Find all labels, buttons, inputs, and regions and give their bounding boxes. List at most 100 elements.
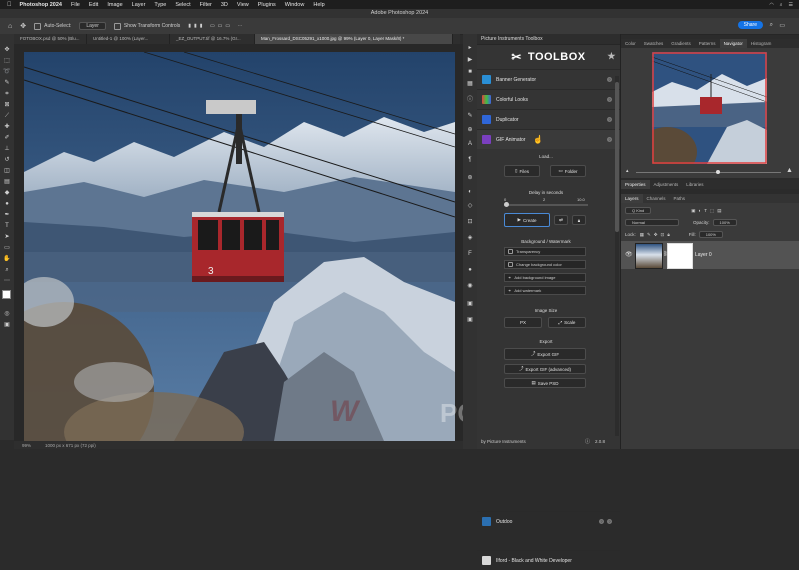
marquee-tool-icon[interactable]: ⬚ [3,57,11,65]
share-button[interactable]: Share [737,21,763,29]
transparency-option[interactable]: Transparency [504,247,586,256]
stop-icon[interactable]: ■ [466,68,474,76]
wifi-icon[interactable]: ◠ [769,2,773,8]
align-icons[interactable]: ▮▮▮ ▭▭▭ ⋯ [188,23,245,29]
visibility-eye-icon[interactable]: 👁︎ [625,251,633,258]
hand-tool-icon[interactable]: ✋ [3,255,11,263]
layer-select-dropdown[interactable]: Layer [79,22,106,30]
search-icon[interactable]: ⌕ [770,22,773,29]
workspace-icon[interactable]: ▭ [779,22,785,29]
crop-tool-icon[interactable]: ⌗ [3,90,11,98]
layer-row[interactable]: 👁︎ ⛓︎ Layer 0 [621,241,799,269]
history-brush-icon[interactable]: ↺ [3,156,11,164]
zoom-track[interactable] [636,172,781,173]
layer-name[interactable]: Layer 0 [695,252,712,258]
create-button[interactable]: ▶ Create [504,213,550,227]
navigator-zoom-slider[interactable]: ▴ ▲ [626,167,794,175]
dodge-tool-icon[interactable]: ● [3,200,11,208]
toolbox-scrollbar[interactable] [615,76,619,436]
load-files-button[interactable]: ▯ Files [504,165,540,177]
foreground-color-swatch[interactable] [2,290,11,299]
tool-row-gif-animator[interactable]: GIF Animator ☝ ? [477,129,620,149]
more-tools-icon[interactable]: ⋯ [3,277,11,285]
scale-button[interactable]: ⤢ Scale [548,317,586,328]
doc-tab[interactable]: _EZ_OUTPUT.tif @ 16.7% (Gr... [170,34,255,44]
add-bg-image-option[interactable]: ⚭ Add background image [504,273,586,282]
menu-3d[interactable]: 3D [221,2,228,8]
timeline-icon[interactable]: ⊡ [466,218,474,226]
search-icon[interactable]: ⌕ [780,2,783,8]
blur-tool-icon[interactable]: ◆ [3,189,11,197]
add-watermark-option[interactable]: ⚭ Add watermark [504,286,586,295]
apple-icon[interactable]:  [7,2,12,8]
menu-file[interactable]: File [71,2,80,8]
swap-button[interactable]: ⇄ [554,215,568,225]
brush-tool-icon[interactable]: ✐ [3,134,11,142]
document-canvas[interactable]: 3 [24,52,455,441]
navigator-thumbnail[interactable] [652,52,767,164]
help-icon[interactable]: ? [599,519,604,524]
zoom-handle[interactable] [716,170,720,174]
tab-color[interactable]: Color [621,39,640,48]
export-gif-advanced-button[interactable]: ⤴ Export GIF (advanced) [504,364,586,374]
save-psd-button[interactable]: ▤ Save PSD [504,378,586,388]
font-icon[interactable]: F [466,250,474,258]
fill-value[interactable]: 100% [698,231,723,238]
tab-swatches[interactable]: Swatches [640,39,668,48]
menu-select[interactable]: Select [175,2,190,8]
px-field[interactable]: PX [504,317,542,328]
layer-thumbnail[interactable] [635,243,663,269]
plugin-pi-icon[interactable]: ▣ [466,316,474,324]
footer-brand[interactable]: by Picture Instruments [481,439,526,444]
plugin-color-icon[interactable]: ● [466,266,474,274]
screen-mode-icon[interactable]: ▣ [3,321,11,329]
tool-row-ilford[interactable]: Ilford - Black and White Developer [477,550,620,570]
character-icon[interactable]: A [466,140,474,148]
menu-edit[interactable]: Edit [89,2,98,8]
eraser-tool-icon[interactable]: ◫ [3,167,11,175]
layer-mask-thumbnail[interactable] [667,243,693,269]
delay-slider[interactable] [504,202,588,207]
filter-icons[interactable]: ▣◐T⬚▤ [691,208,724,214]
frame-tool-icon[interactable]: ⊠ [3,101,11,109]
type-tool-icon[interactable]: T [3,222,11,230]
kind-filter[interactable]: Q Kind [625,207,652,214]
tab-navigator[interactable]: Navigator [719,39,747,48]
3d-icon[interactable]: ◇ [466,202,474,210]
lasso-tool-icon[interactable]: ➰ [3,68,11,76]
info-icon[interactable]: ⓘ [466,96,474,104]
menu-type[interactable]: Type [154,2,166,8]
home-icon[interactable]: ⌂ [8,23,12,30]
menu-view[interactable]: View [237,2,249,8]
help-icon[interactable]: ? [607,77,612,82]
tab-channels[interactable]: Channels [643,194,670,203]
gradient-tool-icon[interactable]: ▤ [3,178,11,186]
menu-app[interactable]: Photoshop 2024 [20,2,62,8]
layers-comp-icon[interactable]: ▦ [466,80,474,88]
tab-paths[interactable]: Paths [670,194,690,203]
doc-tab[interactable]: FOTOBOX.psd @ 50% (Blu... [14,34,87,44]
auto-select-checkbox[interactable]: Auto-Select: [34,22,71,30]
path-select-icon[interactable]: ➤ [3,233,11,241]
menu-image[interactable]: Image [107,2,122,8]
glyphs-icon[interactable]: ⊛ [466,174,474,182]
tab-layers[interactable]: Layers [621,194,643,203]
paragraph-icon[interactable]: ¶ [466,156,474,164]
move-tool-icon[interactable]: ✥ [20,22,26,30]
zoom-in-icon[interactable]: ▲ [786,167,793,174]
star-icon[interactable]: ★ [607,51,616,62]
quick-mask-icon[interactable]: ◎ [3,310,11,318]
doc-tab-active[interactable]: Man_Frossard_DSC05291_x1000.jpg @ 99% (L… [255,34,453,44]
zoom-out-icon[interactable]: ▴ [626,168,629,174]
help-icon[interactable]: ? [607,519,612,524]
cube-icon[interactable]: ◈ [466,234,474,242]
delay-slider-handle[interactable] [504,202,509,207]
lock-icons[interactable]: ▦✎✥⊡🔒︎ [640,232,673,238]
menu-layer[interactable]: Layer [132,2,146,8]
tab-patterns[interactable]: Patterns [695,39,720,48]
healing-tool-icon[interactable]: ✚ [3,123,11,131]
tab-adjustments[interactable]: Adjustments [650,180,683,189]
blend-mode-select[interactable]: Normal [625,219,679,226]
tab-gradients[interactable]: Gradients [667,39,695,48]
help-icon[interactable]: ? [607,137,612,142]
